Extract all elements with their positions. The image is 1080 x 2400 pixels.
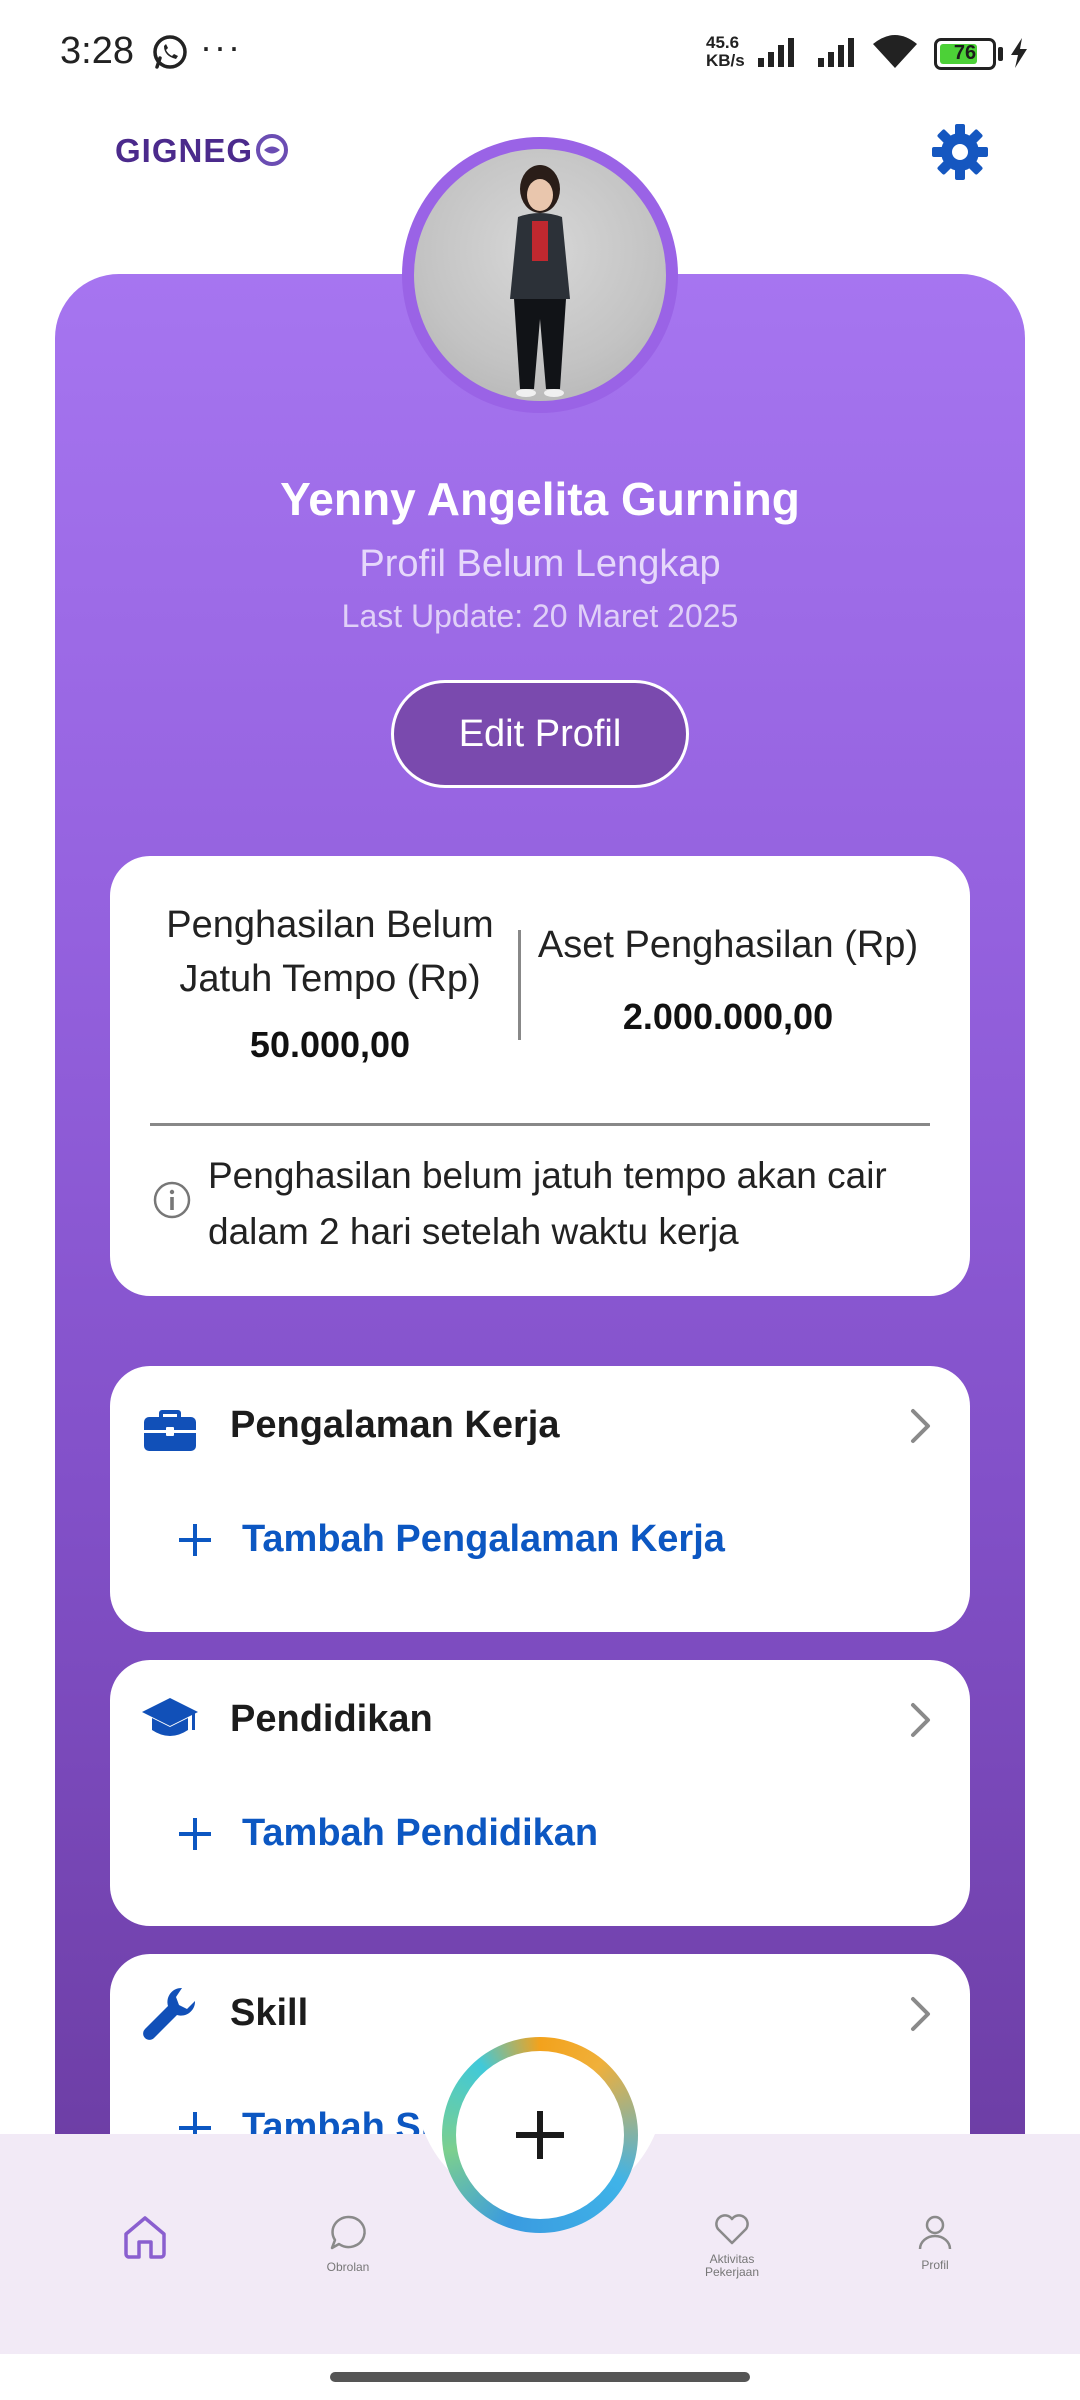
chevron-right-icon[interactable]: [900, 1700, 940, 1740]
network-speed: 45.6 KB/s: [706, 34, 745, 70]
speed-value: 45.6: [706, 33, 740, 52]
logo-mark-icon: [256, 134, 289, 166]
app-logo: GIGNEG: [115, 132, 289, 170]
nav-job-activity[interactable]: Aktivitas Pekerjaan: [672, 2214, 792, 2279]
signal-icon: [758, 38, 794, 67]
earnings-note: Penghasilan belum jatuh tempo akan cair …: [208, 1155, 887, 1252]
nav-chat[interactable]: Obrolan: [288, 2212, 408, 2274]
pending-earnings-label: Penghasilan Belum Jatuh Tempo (Rp): [166, 904, 494, 1000]
logo-text: GIGNEG: [115, 132, 254, 169]
asset-earnings-value: 2.000.000,00: [622, 996, 834, 1037]
asset-earnings-label: Aset Penghasilan (Rp): [537, 924, 919, 966]
work-experience-title: Pengalaman Kerja: [230, 1404, 560, 1446]
status-bar: 3:28 ··· 45.6 KB/s 76: [0, 0, 1080, 100]
earnings-divider: [518, 930, 521, 1040]
add-education-link[interactable]: Tambah Pendidikan: [242, 1812, 598, 1855]
info-icon: [153, 1181, 191, 1219]
nav-job-activity-label: Aktivitas Pekerjaan: [704, 2252, 760, 2279]
skill-title: Skill: [230, 1992, 309, 2034]
gear-icon[interactable]: [928, 120, 992, 184]
chevron-right-icon[interactable]: [900, 1406, 940, 1446]
home-indicator[interactable]: [330, 2372, 750, 2382]
education-title: Pendidikan: [230, 1698, 433, 1740]
last-update: Last Update: 20 Maret 2025: [341, 598, 739, 634]
profile-status: Profil Belum Lengkap: [359, 543, 721, 585]
plus-icon: [516, 2111, 564, 2159]
battery-icon: 76: [934, 38, 996, 70]
battery-level: 76: [953, 42, 977, 64]
status-time: 3:28: [60, 30, 134, 72]
avatar-photo: [414, 149, 666, 401]
earnings-separator: [150, 1123, 930, 1126]
status-more-icon: ···: [200, 26, 242, 67]
nav-profile-label: Profil: [921, 2258, 949, 2272]
heart-icon: [715, 2214, 749, 2245]
briefcase-icon: [144, 1410, 196, 1451]
nav-chat-label: Obrolan: [326, 2260, 370, 2274]
edit-profile-button[interactable]: Edit Profil: [391, 680, 689, 788]
plus-icon[interactable]: [172, 1517, 218, 1563]
profile-name: Yenny Angelita Gurning: [280, 473, 800, 525]
add-fab-button[interactable]: [442, 2037, 638, 2233]
whatsapp-icon: [153, 35, 187, 69]
nav-profile[interactable]: Profil: [875, 2212, 995, 2272]
pending-earnings-value: 50.000,00: [249, 1024, 411, 1065]
wrench-icon: [143, 1987, 196, 2040]
person-icon: [918, 2215, 952, 2250]
fab-inner: [456, 2051, 624, 2219]
person-figure: [510, 165, 570, 397]
graduation-cap-icon: [142, 1698, 198, 1736]
home-icon: [124, 2216, 166, 2259]
chevron-right-icon[interactable]: [900, 1994, 940, 2034]
chat-icon: [330, 2215, 366, 2250]
speed-unit: KB/s: [706, 51, 745, 70]
add-work-experience-link[interactable]: Tambah Pengalaman Kerja: [242, 1518, 725, 1561]
charging-icon: [1011, 38, 1027, 68]
wifi-icon: [873, 35, 917, 68]
battery-tip: [998, 47, 1003, 61]
nav-home[interactable]: [85, 2212, 205, 2267]
plus-icon[interactable]: [172, 1811, 218, 1857]
signal-icon: [818, 38, 854, 67]
avatar[interactable]: [402, 137, 678, 413]
